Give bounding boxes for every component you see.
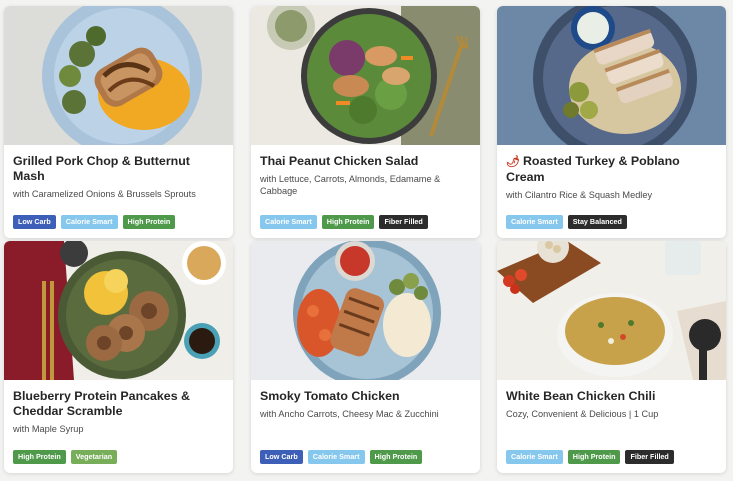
meal-subtitle: Cozy, Convenient & Delicious | 1 Cup bbox=[506, 409, 659, 419]
tag-list: Low Carb Calorie Smart High Protein bbox=[260, 450, 423, 464]
meal-grid: Grilled Pork Chop & Butternut Mash with … bbox=[0, 0, 733, 481]
meal-photo bbox=[4, 6, 233, 145]
diet-tag: High Protein bbox=[13, 450, 66, 464]
diet-tag: Calorie Smart bbox=[307, 450, 365, 464]
diet-tag: High Protein bbox=[567, 450, 621, 464]
tag-list: Calorie Smart Stay Balanced bbox=[506, 215, 627, 229]
diet-tag: Stay Balanced bbox=[567, 215, 627, 229]
meal-card[interactable]: Smoky Tomato Chicken with Ancho Carrots,… bbox=[251, 241, 480, 473]
meal-photo bbox=[4, 241, 233, 380]
diet-tag: Calorie Smart bbox=[60, 215, 118, 229]
chili-pepper-icon: 🌶︎ bbox=[506, 156, 520, 168]
meal-card[interactable]: Thai Peanut Chicken Salad with Lettuce, … bbox=[251, 6, 480, 238]
meal-title: Smoky Tomato Chicken bbox=[260, 389, 400, 403]
tag-list: Calorie Smart High Protein Fiber Filled bbox=[506, 450, 674, 464]
diet-tag: Fiber Filled bbox=[625, 450, 674, 464]
meal-title: 🌶︎ Roasted Turkey & Poblano Cream bbox=[506, 154, 717, 185]
meal-photo bbox=[497, 241, 726, 380]
meal-title: Blueberry Protein Pancakes & Cheddar Scr… bbox=[13, 389, 190, 418]
meal-title-text: Roasted Turkey & Poblano Cream bbox=[506, 154, 680, 184]
meal-photo bbox=[497, 6, 726, 145]
meal-title: White Bean Chicken Chili bbox=[506, 389, 656, 403]
meal-card[interactable]: 🌶︎ Roasted Turkey & Poblano Cream with Ci… bbox=[497, 6, 726, 238]
diet-tag: Fiber Filled bbox=[379, 215, 428, 229]
diet-tag: High Protein bbox=[321, 215, 375, 229]
meal-card[interactable]: White Bean Chicken Chili Cozy, Convenien… bbox=[497, 241, 726, 473]
diet-tag: Calorie Smart bbox=[260, 215, 317, 229]
diet-tag: Calorie Smart bbox=[506, 215, 563, 229]
diet-tag: Calorie Smart bbox=[506, 450, 563, 464]
diet-tag: Low Carb bbox=[13, 215, 56, 229]
meal-photo bbox=[251, 241, 480, 380]
meal-subtitle: with Cilantro Rice & Squash Medley bbox=[506, 190, 653, 200]
meal-subtitle: with Lettuce, Carrots, Almonds, Edamame … bbox=[260, 174, 441, 196]
tag-list: Calorie Smart High Protein Fiber Filled bbox=[260, 215, 428, 229]
meal-subtitle: with Caramelized Onions & Brussels Sprou… bbox=[13, 189, 196, 199]
meal-subtitle: with Maple Syrup bbox=[13, 424, 84, 434]
meal-photo bbox=[251, 6, 480, 145]
diet-tag: Low Carb bbox=[260, 450, 303, 464]
diet-tag: High Protein bbox=[369, 450, 423, 464]
meal-title: Grilled Pork Chop & Butternut Mash bbox=[13, 154, 190, 183]
tag-list: High Protein Vegetarian bbox=[13, 450, 118, 464]
meal-title: Thai Peanut Chicken Salad bbox=[260, 154, 419, 168]
meal-subtitle: with Ancho Carrots, Cheesy Mac & Zucchin… bbox=[260, 409, 439, 419]
meal-card[interactable]: Blueberry Protein Pancakes & Cheddar Scr… bbox=[4, 241, 233, 473]
diet-tag: Vegetarian bbox=[70, 450, 118, 464]
meal-card[interactable]: Grilled Pork Chop & Butternut Mash with … bbox=[4, 6, 233, 238]
diet-tag: High Protein bbox=[122, 215, 176, 229]
tag-list: Low Carb Calorie Smart High Protein bbox=[13, 215, 176, 229]
